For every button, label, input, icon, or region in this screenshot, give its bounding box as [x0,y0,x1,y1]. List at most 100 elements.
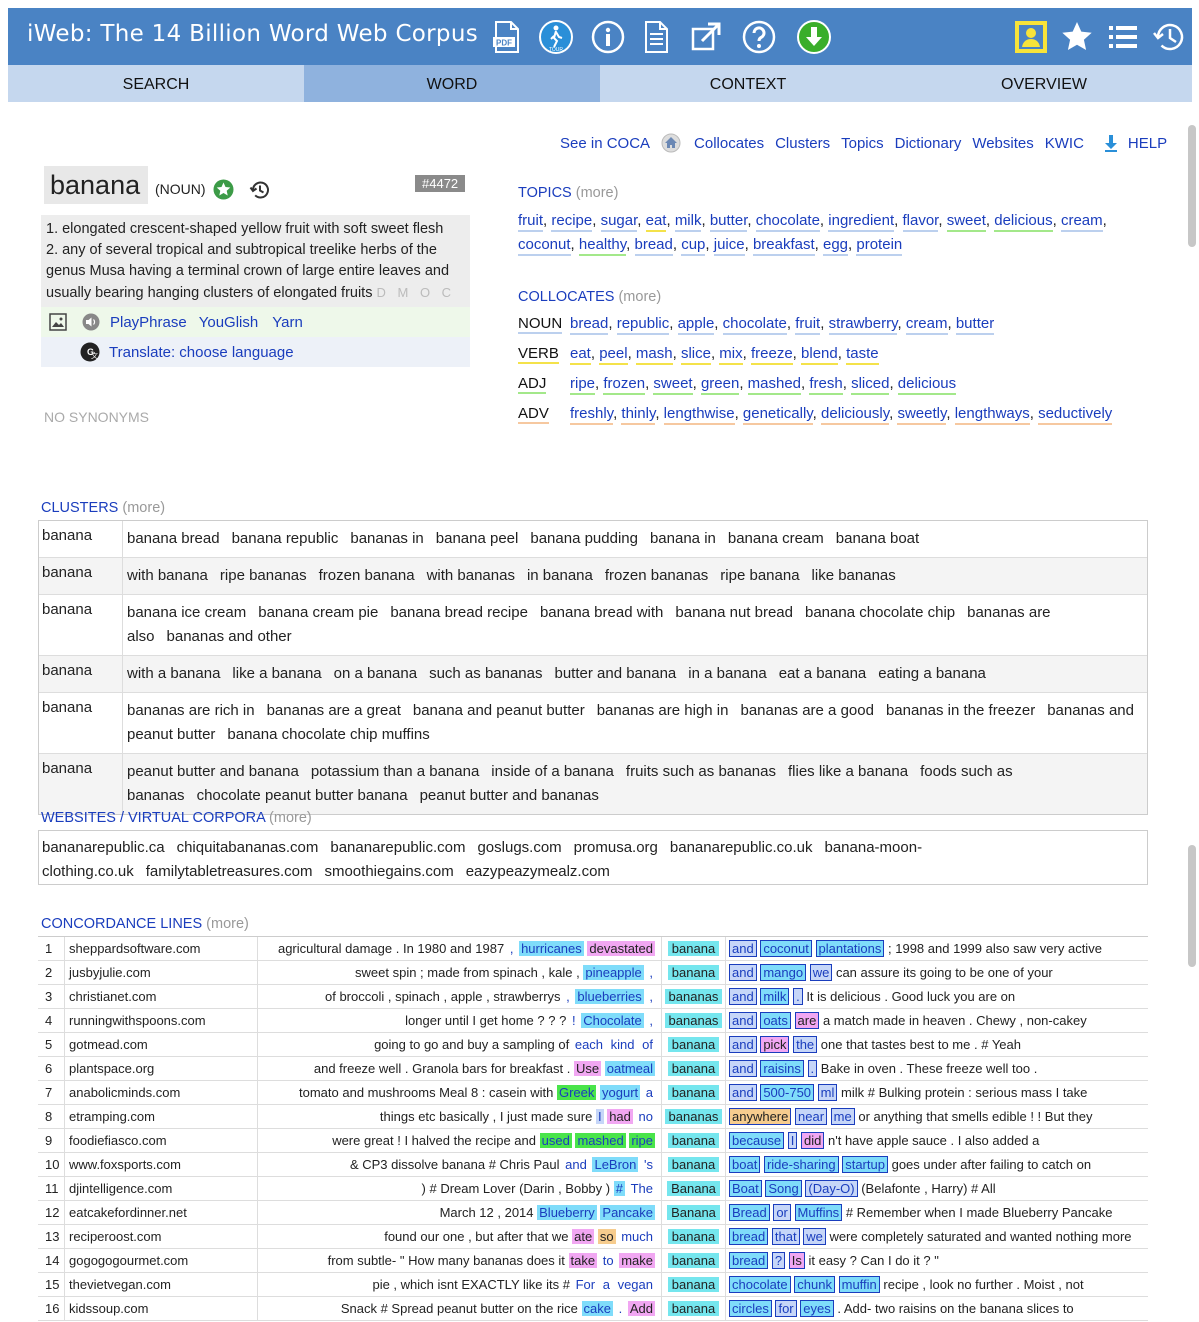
topics-more-link[interactable]: (more) [576,185,619,201]
context-token[interactable]: we [809,964,833,981]
context-token[interactable]: bread [729,1252,769,1269]
context-token[interactable]: a [644,1085,655,1100]
context-token[interactable]: ! [570,1013,578,1028]
context-token[interactable]: Use [574,1061,602,1076]
context-token[interactable]: kind [609,1037,637,1052]
cluster-phrase[interactable]: banana chocolate chip [805,604,955,621]
speaker-icon[interactable] [82,313,100,331]
keyword[interactable]: banana [667,941,720,956]
website-link[interactable]: eazypeazymealz.com [466,863,610,880]
context-token[interactable]: oatmeal [604,1061,655,1076]
websites-heading[interactable]: WEBSITES / VIRTUAL CORPORA (more) [41,810,312,826]
keyword[interactable]: banana [667,1061,720,1076]
context-token[interactable]: Is [788,1252,805,1269]
keyword[interactable]: bananas [664,989,723,1004]
cluster-phrase[interactable]: banana and peanut butter [413,702,585,719]
context-token[interactable]: anywhere [729,1108,792,1125]
context-token[interactable]: devastated [587,941,655,956]
websites-title[interactable]: WEBSITES / VIRTUAL CORPORA [41,810,265,826]
collocate-word[interactable]: slice [680,345,711,365]
source-site[interactable]: jusbyjulie.com [65,961,258,984]
context-token[interactable]: that [771,1228,800,1245]
context-token[interactable]: Add [627,1301,655,1316]
topic-word[interactable]: sweet [946,212,986,232]
context-token[interactable]: had [607,1109,633,1124]
context-token[interactable]: we [803,1228,826,1245]
cluster-phrase[interactable]: flies like a banana [788,763,908,780]
context-token[interactable]: The [629,1181,655,1196]
context-token[interactable]: 500-750 [760,1084,815,1101]
context-token[interactable]: Blueberry [537,1205,597,1220]
cluster-phrase[interactable]: banana cream pie [258,604,378,621]
context-token[interactable]: oats [760,1012,791,1029]
keyword[interactable]: banana [667,1277,720,1292]
context-token[interactable]: ride-sharing [763,1156,839,1173]
cluster-phrase[interactable]: such as bananas [429,665,542,682]
keyword[interactable]: bananas [664,1013,723,1028]
clusters-heading[interactable]: CLUSTERS (more) [41,500,165,516]
context-token[interactable]: and [729,964,757,981]
context-token[interactable]: , [647,1013,655,1028]
context-token[interactable]: bread [729,1228,769,1245]
youglish-link[interactable]: YouGlish [199,314,259,331]
context-token[interactable]: blueberries [575,989,644,1004]
cluster-phrase[interactable]: bananas and other [167,628,292,645]
source-site[interactable]: plantspace.org [65,1057,258,1080]
collocate-word[interactable]: blend [801,345,838,365]
context-token[interactable]: LeBron [592,1157,639,1172]
download-arrow-icon[interactable] [1104,134,1118,152]
collocates-heading[interactable]: COLLOCATES (more) [518,289,661,305]
translate-icon[interactable]: G文 [80,342,100,362]
keyword[interactable]: banana [667,1037,720,1052]
star-badge-icon[interactable] [213,179,234,200]
context-token[interactable]: for [775,1300,797,1317]
cluster-phrase[interactable]: fruits such as bananas [626,763,776,780]
context-token[interactable]: eyes [800,1300,834,1317]
cluster-phrase[interactable]: chocolate peanut butter banana [197,787,408,804]
cluster-phrase[interactable]: bananas are rich in [127,702,255,719]
cluster-phrase[interactable]: banana ice cream [127,604,246,621]
website-link[interactable]: goslugs.com [477,839,561,856]
star-icon[interactable] [1059,19,1095,55]
collocate-word[interactable]: fruit [795,315,821,335]
concordance-heading[interactable]: CONCORDANCE LINES (more) [41,916,249,932]
collocate-word[interactable]: apple [677,315,715,335]
download-icon[interactable] [796,19,832,55]
collocate-word[interactable]: mashed [747,375,802,395]
context-token[interactable]: . [807,1060,818,1077]
collocate-word[interactable]: freeze [750,345,793,365]
info-icon[interactable] [590,19,626,55]
keyword[interactable]: banana [667,1253,720,1268]
context-token[interactable]: and [729,940,757,957]
cluster-phrase[interactable]: like bananas [812,567,896,584]
collocate-word[interactable]: thinly [621,405,656,425]
source-site[interactable]: christianet.com [65,985,258,1008]
context-token[interactable]: 's [642,1157,655,1172]
context-token[interactable]: no [637,1109,655,1124]
cluster-phrase[interactable]: banana cream [728,530,824,547]
pdf-icon[interactable]: PDF [489,19,525,55]
collocate-word[interactable]: deliciously [821,405,890,425]
see-in-coca-link[interactable]: See in COCA [560,135,650,152]
websites-link[interactable]: Websites [972,135,1033,152]
tab-search[interactable]: SEARCH [8,65,304,102]
cluster-phrase[interactable]: banana bread [127,530,220,547]
topic-word[interactable]: bread [634,236,673,256]
concordance-title[interactable]: CONCORDANCE LINES [41,916,202,932]
collocate-word[interactable]: freshly [570,405,614,425]
context-token[interactable]: chunk [794,1276,835,1293]
website-link[interactable]: promusa.org [574,839,658,856]
cluster-phrase[interactable]: ripe bananas [220,567,307,584]
collocates-link[interactable]: Collocates [694,135,764,152]
external-link-icon[interactable] [688,19,724,55]
collocate-word[interactable]: sweetly [897,405,947,425]
context-token[interactable]: mango [760,964,807,981]
collocate-word[interactable]: delicious [897,375,957,395]
collocate-word[interactable]: cream [905,315,948,335]
context-token[interactable]: because [729,1132,785,1149]
topic-word[interactable]: cream [1060,212,1103,232]
context-token[interactable]: cake [581,1301,613,1316]
context-token[interactable]: , [647,989,655,1004]
context-token[interactable]: raisins [760,1060,804,1077]
context-token[interactable]: ate [572,1229,595,1244]
